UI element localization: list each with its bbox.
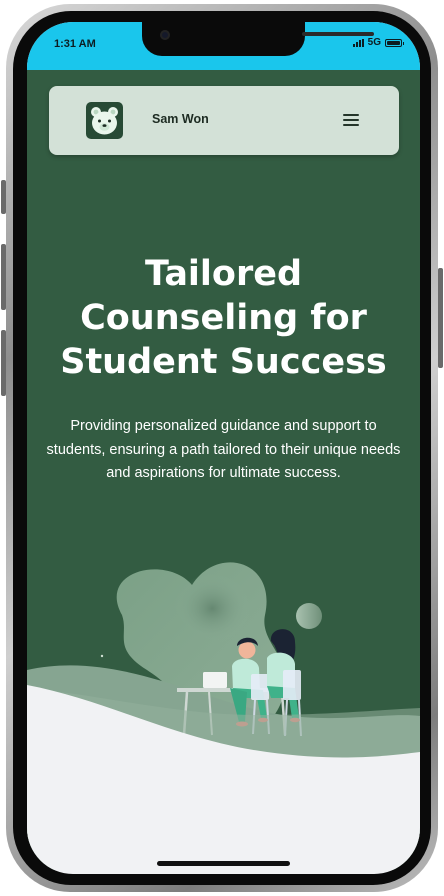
hamburger-menu-icon[interactable] [343, 114, 359, 126]
hero-section: Sam Won Tailored Counseling for Student … [27, 70, 420, 870]
signal-icon [352, 38, 364, 47]
notch [142, 22, 374, 56]
phone-frame: 1:31 AM 5G Sam Won Tailored Counseling f… [0, 0, 444, 896]
hero-title: Tailored Counseling for Student Success [47, 252, 400, 384]
hero-subtitle: Providing personalized guidance and supp… [46, 418, 401, 481]
earpiece-speaker [302, 32, 374, 36]
hero-title-line: Tailored [144, 254, 303, 294]
front-camera-icon [160, 30, 170, 40]
network-type: 5G [367, 37, 381, 48]
power-button [438, 268, 443, 368]
battery-icon [385, 38, 404, 47]
students-studying-illustration [27, 562, 420, 870]
brand-name[interactable]: Sam Won [152, 112, 209, 126]
hero-title-line: Counseling for [80, 298, 367, 338]
polar-bear-icon[interactable] [86, 102, 123, 139]
status-time: 1:31 AM [54, 38, 96, 50]
navbar: Sam Won [49, 86, 399, 155]
hero-title-line: Student Success [60, 342, 387, 382]
home-indicator[interactable] [157, 861, 290, 866]
status-indicators: 5G [352, 37, 404, 48]
phone-screen: 1:31 AM 5G Sam Won Tailored Counseling f… [27, 22, 420, 874]
